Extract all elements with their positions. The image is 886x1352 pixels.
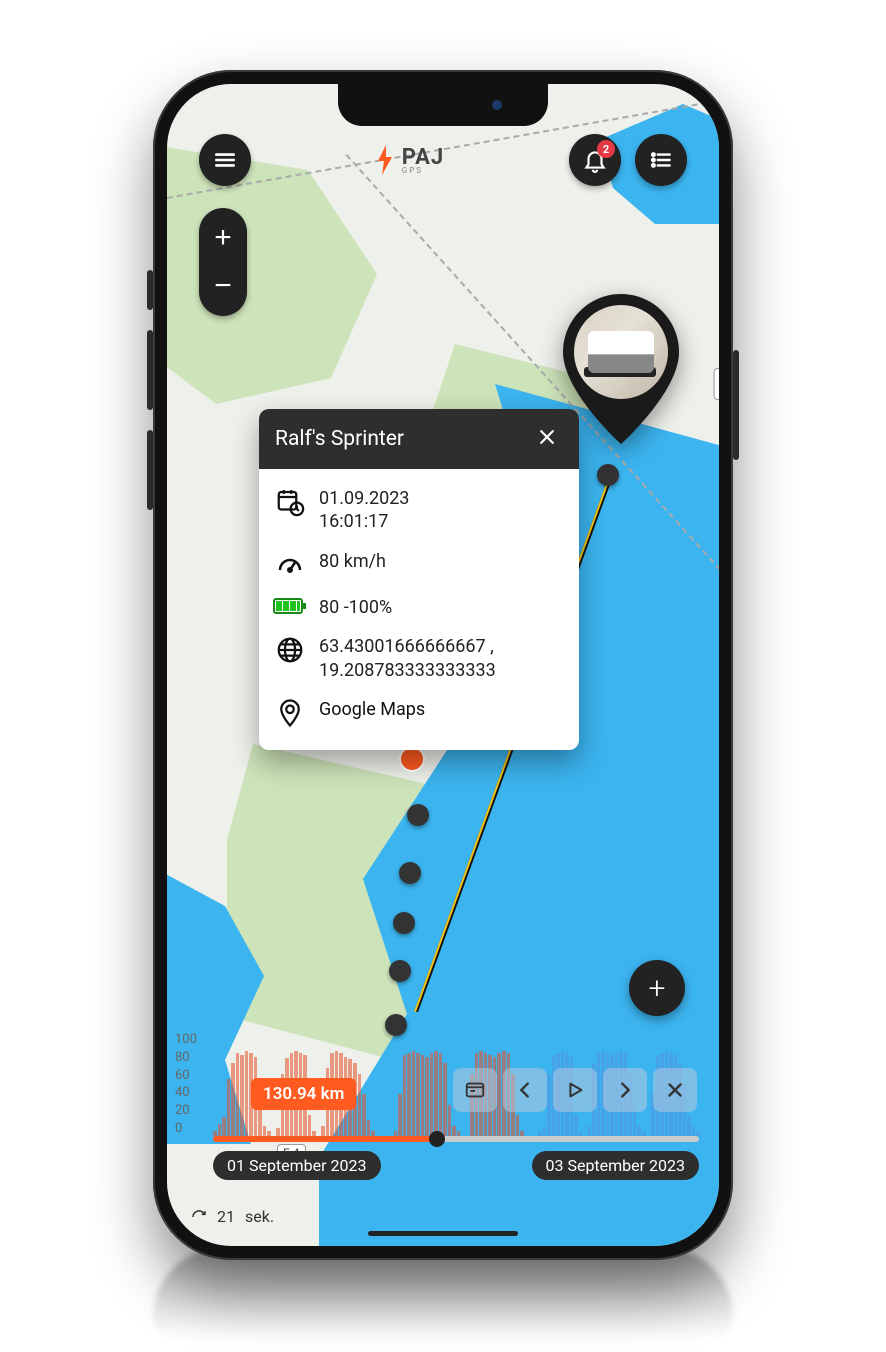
vehicle-pin[interactable] — [563, 294, 679, 444]
zoom-control: + − — [199, 208, 247, 316]
popup-speed-row: 80 km/h — [273, 542, 565, 588]
globe-icon — [275, 635, 305, 665]
pin-icon — [275, 698, 305, 728]
brand-logo: PAJ GPS — [376, 145, 444, 175]
refresh-indicator: 21 sek. — [191, 1207, 274, 1226]
notification-badge: 2 — [597, 140, 615, 158]
menu-button[interactable] — [199, 134, 251, 186]
close-popup-button[interactable] — [531, 421, 563, 457]
zoom-out-button[interactable]: − — [199, 262, 247, 310]
chevron-left-icon — [514, 1079, 536, 1101]
graph-y-axis: 100 80 60 40 20 0 — [175, 1032, 197, 1136]
card-icon — [464, 1079, 486, 1101]
chevron-right-icon — [614, 1079, 636, 1101]
speedometer-icon — [275, 550, 305, 580]
details-button[interactable] — [453, 1068, 497, 1112]
home-indicator — [368, 1231, 518, 1236]
phone-reflection — [153, 1248, 733, 1338]
next-button[interactable] — [603, 1068, 647, 1112]
add-fab[interactable]: + — [629, 960, 685, 1016]
calendar-clock-icon — [275, 487, 305, 517]
close-playback-button[interactable] — [653, 1068, 697, 1112]
road-shield: E 4 — [714, 368, 719, 400]
date-start-pill[interactable]: 01 September 2023 — [213, 1151, 381, 1180]
zoom-in-button[interactable]: + — [199, 214, 247, 262]
popup-coords-row: 63.43001666666667 , 19.208783333333333 — [273, 627, 565, 690]
battery-icon — [273, 596, 307, 616]
refresh-icon — [191, 1209, 207, 1225]
playback-controls — [453, 1068, 697, 1112]
speed-graph: 100 80 60 40 20 0 130.94 km — [167, 1032, 719, 1182]
popup-datetime-row: 01.09.202316:01:17 — [273, 479, 565, 542]
play-button[interactable] — [553, 1068, 597, 1112]
info-popup: Ralf's Sprinter 01.09.202316:01:17 80 km… — [259, 409, 579, 750]
date-end-pill[interactable]: 03 September 2023 — [532, 1151, 700, 1180]
device-notch — [338, 84, 548, 126]
list-button[interactable] — [635, 134, 687, 186]
popup-battery-row: 80 -100% — [273, 588, 565, 627]
close-icon — [537, 427, 557, 447]
list-icon — [648, 147, 674, 173]
popup-title: Ralf's Sprinter — [275, 427, 404, 451]
close-icon — [664, 1079, 686, 1101]
play-icon — [564, 1079, 586, 1101]
slider-knob[interactable] — [429, 1131, 445, 1147]
distance-pill: 130.94 km — [251, 1078, 356, 1110]
popup-maps-link[interactable]: Google Maps — [273, 690, 565, 736]
vehicle-photo — [574, 305, 668, 399]
prev-button[interactable] — [503, 1068, 547, 1112]
notifications-button[interactable]: 2 — [569, 134, 621, 186]
plus-icon: + — [649, 971, 666, 1006]
timeline-slider[interactable] — [213, 1136, 699, 1142]
screen: E 4 E 4 — [167, 84, 719, 1246]
phone-frame: E 4 E 4 — [153, 70, 733, 1260]
top-bar: PAJ GPS 2 — [167, 134, 719, 186]
bolt-icon — [376, 145, 394, 175]
